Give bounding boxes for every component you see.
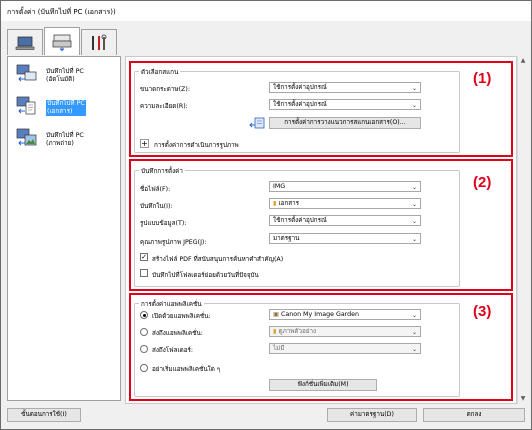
jpeg-quality-dropdown[interactable]: มาตรฐาน ⌄ [269,233,421,244]
ok-button[interactable]: ตกลง [423,408,525,422]
expand-plus-icon[interactable]: + [140,139,149,148]
send-to-folder-dropdown[interactable]: ไม่มี ⌄ [269,343,421,354]
scanner-icon [52,34,72,51]
resolution-dropdown[interactable]: ใช้การตั้งค่าอุปกรณ์ ⌄ [269,99,421,110]
list-item-save-to-pc-auto[interactable]: บันทึกไปที่ PC (อัตโนมัติ) [16,63,118,87]
tab-scan-to-pc[interactable] [44,27,80,55]
open-with-app-dropdown[interactable]: ▣ Canon My Image Garden ⌄ [269,309,421,320]
defaults-button[interactable]: ค่ามาตรฐาน(D) [327,408,417,422]
save-settings-title: บันทึกการตั้งค่า [139,166,185,176]
send-to-folder-radio[interactable] [140,345,148,353]
section-number-2: (2) [473,174,492,191]
paper-size-label: ขนาดกระดาษ(Z): [140,86,190,93]
file-name-label: ชื่อไฟล์(F): [140,186,171,193]
save-to-pc-photo-icon [16,128,37,146]
scroll-down-icon[interactable]: ▼ [519,395,527,403]
more-functions-button[interactable]: ฟังก์ชั่นเพิ่มเติม(M) [269,379,377,391]
scan-mode-list: บันทึกไปที่ PC (อัตโนมัติ) บันทึกไปที่ P… [7,56,121,401]
instructions-button[interactable]: ขั้นตอนการใช้(I) [7,408,81,422]
chevron-down-icon: ⌄ [411,236,417,243]
app-settings-title: การตั้งค่าแอพพลิเคชั่น [139,299,204,309]
vertical-scrollbar[interactable]: ▲ ▼ [517,56,527,404]
send-to-app-dropdown[interactable]: ▮ ดูภาพตัวอย่าง ⌄ [269,326,421,337]
save-to-pc-document-icon [16,96,36,115]
save-in-label: บันทึกใน(I): [140,203,173,210]
searchable-pdf-checkbox[interactable]: ✓ [140,253,148,261]
send-to-folder-label: ส่งถึงโฟลเดอร์: [152,347,194,354]
chevron-down-icon: ⌄ [411,85,417,92]
image-garden-icon: ▣ [273,311,279,318]
list-item-label: บันทึกไปที่ PC (อัตโนมัติ) [46,68,84,83]
send-to-app-label: ส่งถึงแอพพลิเคชั่น: [152,330,203,337]
list-item-label: บันทึกไปที่ PC (เอกสาร) [46,100,86,116]
data-format-dropdown[interactable]: ใช้การตั้งค่าอุปกรณ์ ⌄ [269,215,421,226]
computer-scan-icon [15,36,35,50]
scan-options-title: ตัวเลือกสแกน [139,67,181,77]
chevron-down-icon: ⌄ [411,201,417,208]
open-with-app-radio[interactable] [140,311,148,319]
window-title: การตั้งค่า (บันทึกไปที่ PC (เอกสาร)) [7,8,116,16]
tab-general-settings[interactable] [81,29,117,55]
folder-icon: ▮ [273,200,277,207]
scroll-up-icon[interactable]: ▲ [519,57,527,65]
list-item-save-to-pc-photo[interactable]: บันทึกไปที่ PC (ภาพถ่าย) [16,127,118,151]
document-scan-orientation-button[interactable]: การตั้งค่าการวางแนวการสแกนเอกสาร(O)... [269,117,421,129]
list-item-save-to-pc-document[interactable]: บันทึกไปที่ PC (เอกสาร) [16,95,118,119]
section-number-1: (1) [473,70,492,87]
list-item-label: บันทึกไปที่ PC (ภาพถ่าย) [46,132,84,147]
tools-icon [92,34,107,50]
title-bar: การตั้งค่า (บันทึกไปที่ PC (เอกสาร)) [1,1,531,21]
subfolder-label: บันทึกไปที่โฟลเดอร์ย่อยด้วยวันที่ปัจจุบั… [152,272,259,279]
no-app-label: อย่าเริ่มแอพพลิเคชั่นใด ๆ [152,366,221,373]
chevron-down-icon: ⌄ [411,346,417,353]
image-processing-label[interactable]: การตั้งค่าการดำเนินการรูปภาพ [154,140,239,150]
resolution-label: ความละเอียด(R): [140,103,188,110]
scanner-driver-icon [249,117,265,129]
folder-icon: ▮ [273,328,277,335]
send-to-app-radio[interactable] [140,328,148,336]
searchable-pdf-label: สร้างไฟล์ PDF ที่สนับสนุนการค้นหาคำสำคัญ… [152,256,284,263]
no-app-radio[interactable] [140,364,148,372]
paper-size-dropdown[interactable]: ใช้การตั้งค่าอุปกรณ์ ⌄ [269,82,421,93]
file-name-dropdown[interactable]: IMG ⌄ [269,181,421,192]
settings-window: การตั้งค่า (บันทึกไปที่ PC (เอกสาร)) บัน… [0,0,532,430]
open-with-app-label: เปิดด้วยแอพพลิเคชั่น: [152,313,211,320]
chevron-down-icon: ⌄ [411,184,417,191]
chevron-down-icon: ⌄ [411,102,417,109]
save-in-dropdown[interactable]: ▮ เอกสาร ⌄ [269,198,421,209]
jpeg-quality-label: คุณภาพรูปภาพ JPEG(J): [140,239,207,246]
data-format-label: รูปแบบข้อมูล(T): [140,220,187,227]
save-to-pc-auto-icon [16,64,37,82]
subfolder-checkbox[interactable] [140,269,148,277]
chevron-down-icon: ⌄ [411,312,417,319]
chevron-down-icon: ⌄ [411,329,417,336]
tab-scan-from-operation-panel[interactable] [7,29,43,55]
section-number-3: (3) [473,303,492,320]
chevron-down-icon: ⌄ [411,218,417,225]
